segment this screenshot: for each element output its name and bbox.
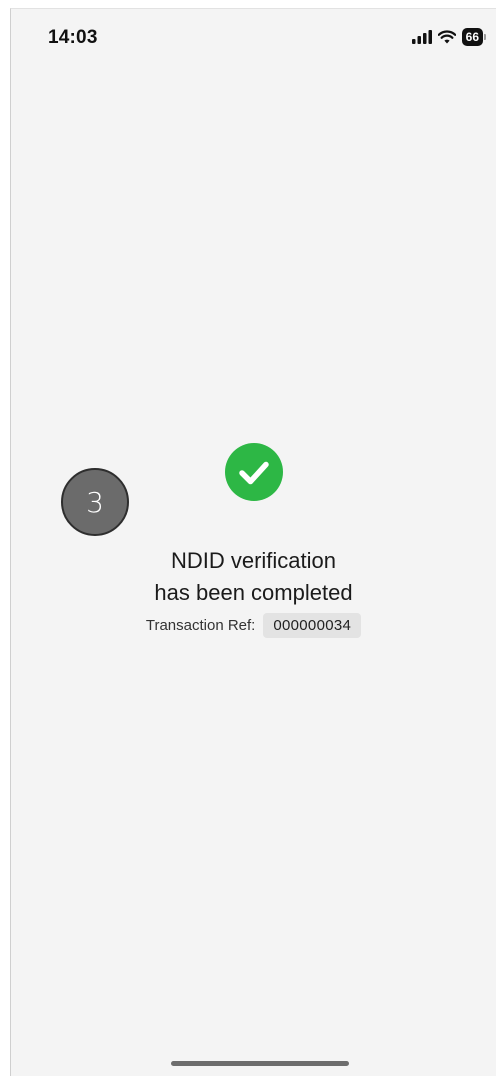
completion-title-line2: has been completed	[154, 580, 353, 605]
battery-tip	[484, 34, 486, 40]
signal-icon	[411, 30, 432, 44]
battery-icon: 66	[461, 28, 486, 46]
home-indicator[interactable]	[171, 1061, 349, 1066]
status-time: 14:03	[48, 27, 98, 48]
completion-title-line1: NDID verification	[170, 548, 337, 573]
transaction-ref-row: Transaction Ref: 000000034	[11, 613, 496, 638]
phone-screen: 14:03 66 NDID verification has been comp…	[10, 8, 496, 1076]
completion-title: NDID verification has been completed	[11, 545, 496, 609]
check-circle-icon	[224, 443, 283, 501]
status-bar: 14:03 66	[11, 9, 496, 65]
battery-level: 66	[461, 28, 483, 46]
wifi-icon	[437, 30, 456, 44]
transaction-ref-label: Transaction Ref:	[145, 617, 256, 634]
status-icons: 66	[411, 28, 486, 46]
transaction-ref-value: 000000034	[263, 613, 362, 638]
step-number-badge: 3	[61, 468, 129, 536]
